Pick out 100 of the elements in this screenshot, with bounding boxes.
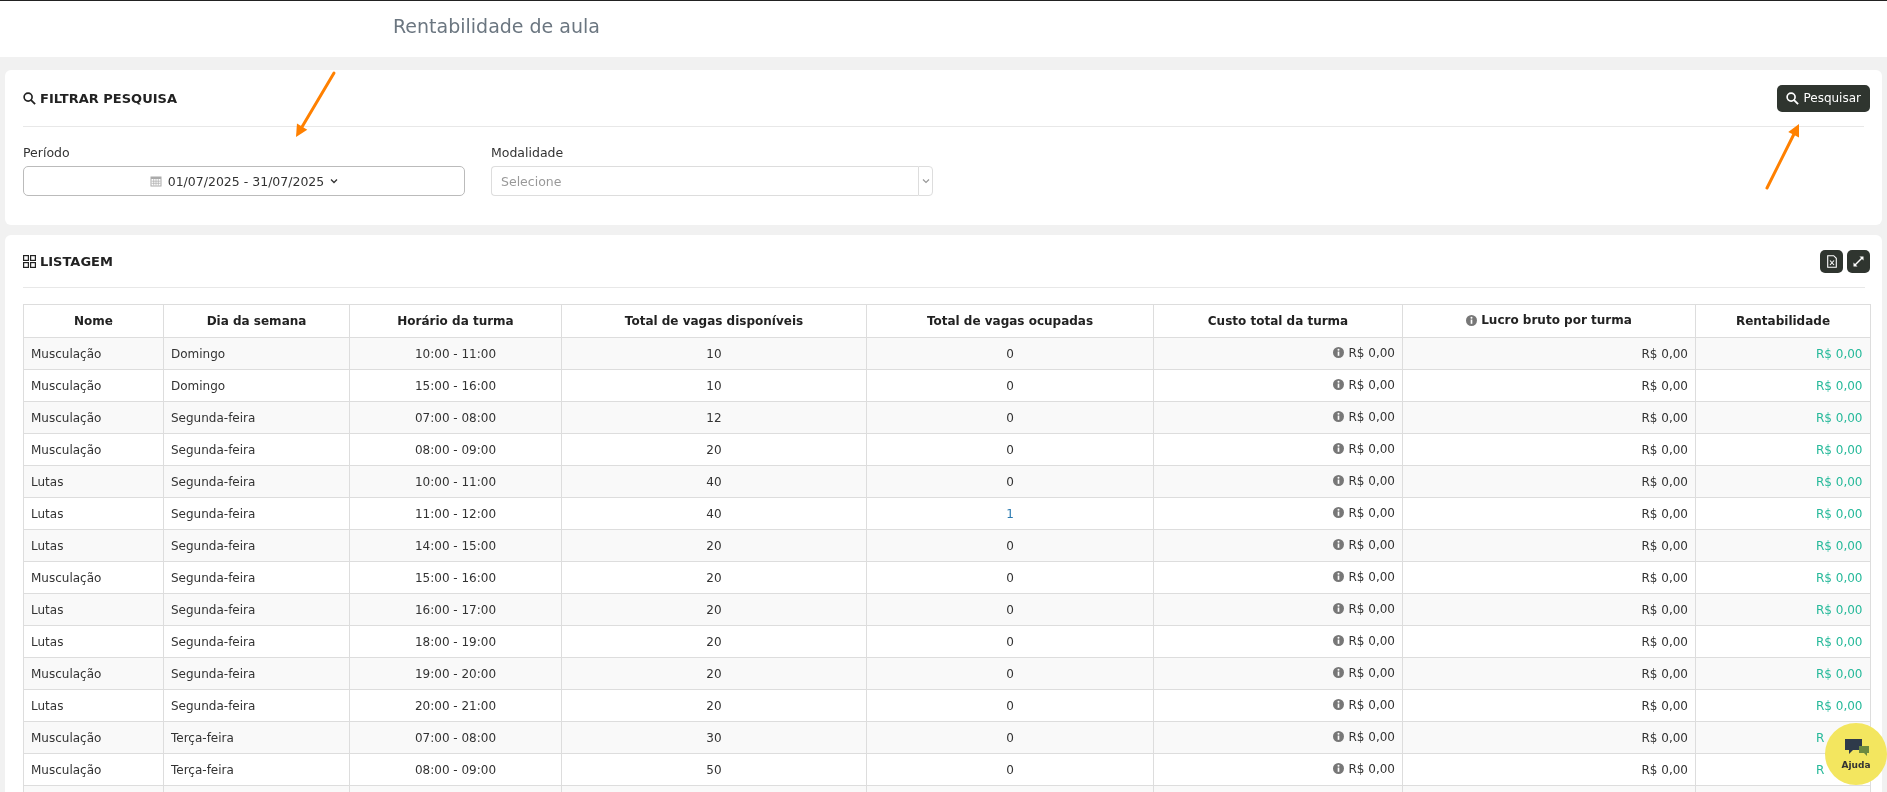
section-title: FILTRAR PESQUISA	[40, 90, 177, 106]
table-cell: Segunda-feira	[171, 442, 256, 457]
info-icon	[1333, 571, 1345, 583]
table-cell: Musculação	[31, 442, 102, 457]
table-cell: R	[1816, 762, 1825, 777]
table-cell: 20	[706, 538, 722, 553]
table-cell[interactable]: 1	[1006, 506, 1014, 521]
calendar-icon	[149, 175, 162, 187]
spreadsheet-file-icon	[1826, 254, 1837, 268]
table-cell: 0	[1006, 570, 1014, 585]
info-icon	[1333, 699, 1345, 711]
table-cell: R$ 0,00	[1348, 761, 1395, 776]
table-cell: 0	[1006, 410, 1014, 425]
column-header: Custo total da turma	[1153, 304, 1403, 338]
dropdown-toggle[interactable]	[918, 166, 933, 196]
table-cell: 12	[706, 410, 722, 425]
table-cell: 0	[1006, 474, 1014, 489]
table-cell: R$ 0,00	[1641, 410, 1688, 425]
column-header: Total de vagas disponíveis	[561, 304, 867, 338]
table-cell: R$ 0,00	[1641, 474, 1688, 489]
table-cell: 50	[706, 762, 722, 777]
table-cell: Lutas	[31, 698, 64, 713]
table-cell: 0	[1006, 698, 1014, 713]
table-cell: R$ 0,00	[1816, 666, 1863, 681]
table-cell: 0	[1006, 602, 1014, 617]
table-cell: R$ 0,00	[1641, 602, 1688, 617]
column-header: Dia da semana	[163, 304, 350, 338]
table-cell: Musculação	[31, 570, 102, 585]
column-header: Horário da turma	[349, 304, 562, 338]
table-cell: Lutas	[31, 634, 64, 649]
table-cell: 20	[706, 698, 722, 713]
table-cell: R$ 0,00	[1816, 378, 1863, 393]
table-cell: R$ 0,00	[1816, 442, 1863, 457]
table-cell: 15:00 - 16:00	[414, 570, 497, 585]
search-icon	[23, 91, 36, 105]
info-icon	[1333, 731, 1345, 743]
info-icon	[1333, 411, 1345, 423]
table-cell: Musculação	[31, 378, 102, 393]
table-cell: Lutas	[31, 506, 64, 521]
annotation-arrow	[296, 71, 336, 137]
table-cell: R$ 0,00	[1816, 570, 1863, 585]
info-icon	[1333, 667, 1345, 679]
table-cell: R$ 0,00	[1641, 762, 1688, 777]
table-cell: Musculação	[31, 666, 102, 681]
table-cell: 0	[1006, 762, 1014, 777]
column-header: Rentabilidade	[1695, 304, 1871, 338]
table-cell: Musculação	[31, 730, 102, 745]
modality-select[interactable]: Selecione	[491, 166, 918, 196]
table-cell: Segunda-feira	[171, 474, 256, 489]
excel-export-button[interactable]	[1820, 249, 1843, 273]
table-cell: R$ 0,00	[1348, 409, 1395, 424]
table-cell: 40	[706, 474, 722, 489]
table-cell: Segunda-feira	[171, 602, 256, 617]
table-cell: 20	[706, 570, 722, 585]
table-cell: R$ 0,00	[1348, 377, 1395, 392]
search-button[interactable]: Pesquisar	[1777, 84, 1870, 112]
table-cell: R$ 0,00	[1348, 569, 1395, 584]
table-cell: 08:00 - 09:00	[414, 442, 497, 457]
table-cell: 0	[1006, 378, 1014, 393]
table-cell: Lutas	[31, 538, 64, 553]
table-cell: 19:00 - 20:00	[414, 666, 497, 681]
info-icon	[1333, 443, 1345, 455]
annotation-arrow	[1765, 124, 1799, 190]
table-cell: 08:00 - 09:00	[414, 762, 497, 777]
column-header: Lucro bruto por turma	[1481, 313, 1632, 328]
table-cell: 20:00 - 21:00	[414, 698, 497, 713]
table-cell: R$ 0,00	[1348, 345, 1395, 360]
table-cell: R$ 0,00	[1641, 634, 1688, 649]
table-cell: Segunda-feira	[171, 410, 256, 425]
table-cell: R$ 0,00	[1816, 698, 1863, 713]
table-cell: Terça-feira	[171, 730, 234, 745]
table-cell: 18:00 - 19:00	[414, 634, 497, 649]
date-range-field[interactable]: 01/07/2025 - 31/07/2025	[23, 166, 465, 196]
table-cell: 20	[706, 666, 722, 681]
expand-icon	[1853, 255, 1864, 267]
table-cell: Musculação	[31, 346, 102, 361]
table-cell: R$ 0,00	[1816, 634, 1863, 649]
table-cell: R$ 0,00	[1348, 473, 1395, 488]
info-icon	[1333, 603, 1345, 615]
table-cell: Segunda-feira	[171, 570, 256, 585]
table-cell: 07:00 - 08:00	[414, 730, 497, 745]
info-icon	[1333, 347, 1345, 359]
info-icon	[1333, 379, 1345, 391]
table-cell: Terça-feira	[171, 762, 234, 777]
column-header: Total de vagas ocupadas	[866, 304, 1154, 338]
table-cell: 10	[706, 346, 722, 361]
info-icon	[1333, 539, 1345, 551]
table-cell: 40	[706, 506, 722, 521]
table-cell: R$ 0,00	[1816, 506, 1863, 521]
grid-icon	[23, 254, 36, 268]
table-cell: R$ 0,00	[1348, 505, 1395, 520]
table-cell: 10	[706, 378, 722, 393]
table-cell: Musculação	[31, 410, 102, 425]
table-cell: 14:00 - 15:00	[414, 538, 497, 553]
table-cell: R$ 0,00	[1348, 665, 1395, 680]
table-cell: R$ 0,00	[1641, 346, 1688, 361]
expand-button[interactable]	[1847, 249, 1870, 273]
search-icon	[1786, 91, 1800, 105]
chevron-icon	[330, 178, 339, 184]
table-cell: R$ 0,00	[1816, 538, 1863, 553]
